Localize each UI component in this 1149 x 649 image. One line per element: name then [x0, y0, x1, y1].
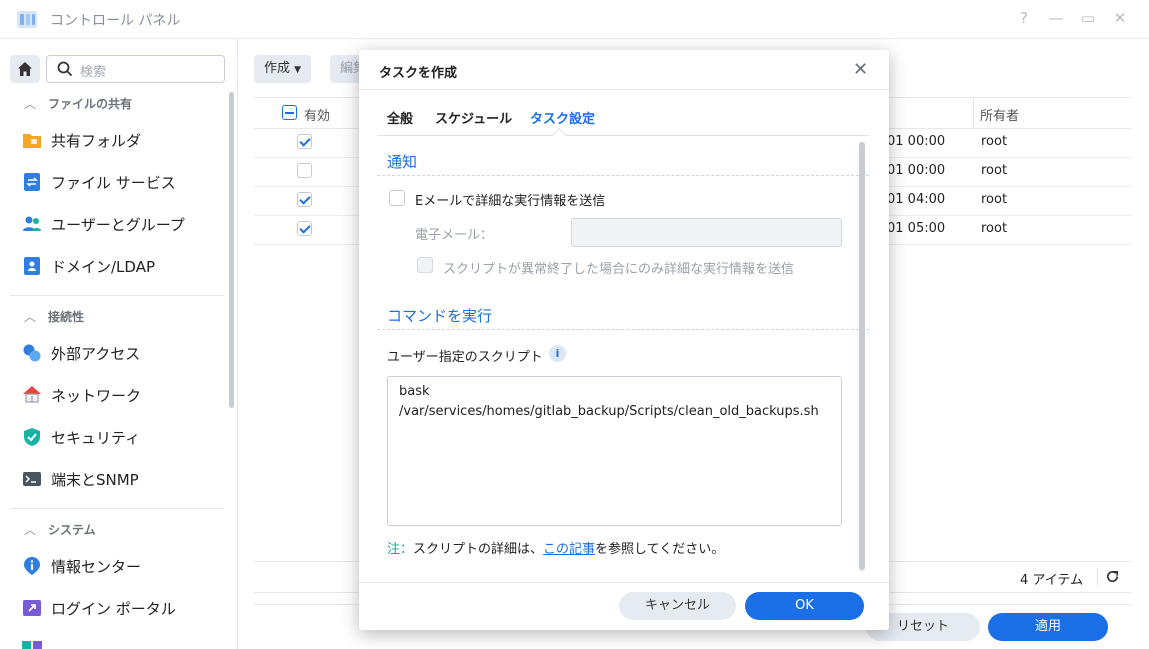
owner-cell: root: [981, 163, 1008, 178]
search-icon: [57, 61, 73, 77]
section-file-sharing[interactable]: ︿ ファイルの共有: [24, 95, 132, 112]
help-icon[interactable]: ?: [1015, 9, 1033, 27]
home-icon: [18, 62, 32, 76]
tab-schedule[interactable]: スケジュール: [435, 108, 512, 127]
dropdown-caret-icon: ▼: [294, 65, 302, 75]
abnormal-only-checkbox[interactable]: [417, 257, 433, 273]
script-text: bask /var/services/homes/gitlab_backup/S…: [399, 384, 819, 419]
note-text: スクリプトの詳細は、: [413, 542, 544, 557]
search-placeholder: 検索: [80, 65, 107, 80]
users-icon: [23, 216, 41, 231]
folder-icon: [23, 134, 41, 148]
sidebar-divider: [10, 295, 224, 296]
notify-heading: 通知: [387, 153, 418, 171]
active-tab-indicator: [551, 127, 567, 143]
section-system[interactable]: ︿ システム: [24, 521, 96, 538]
theme-icon: [22, 641, 42, 649]
note-suffix: を参照してください。: [595, 542, 725, 557]
item-count: 4 アイテム: [1020, 573, 1084, 588]
apply-button[interactable]: 適用: [988, 613, 1108, 641]
window-titlebar: コントロール パネル ? — ▭ ✕: [0, 0, 1149, 39]
dialog-scrollbar[interactable]: [859, 142, 865, 570]
next-run-cell: 01 00:00: [887, 134, 946, 149]
enabled-checkbox[interactable]: [297, 163, 312, 178]
dialog-footer-divider: [359, 582, 889, 583]
network-icon: [23, 386, 41, 403]
owner-cell: root: [981, 221, 1008, 236]
abnormal-only-label: スクリプトが異常終了した場合にのみ詳細な実行情報を送信: [443, 262, 795, 277]
section-divider: [377, 329, 869, 330]
tab-general[interactable]: 全般: [387, 108, 413, 127]
section-connectivity[interactable]: ︿ 接続性: [24, 308, 84, 325]
script-textarea[interactable]: bask /var/services/homes/gitlab_backup/S…: [387, 376, 842, 526]
next-run-cell: 01 05:00: [887, 221, 946, 236]
col-enabled[interactable]: 有効: [304, 105, 330, 124]
info-icon[interactable]: i: [549, 345, 566, 362]
search-input[interactable]: 検索: [46, 55, 225, 83]
tab-task-settings[interactable]: タスク設定: [530, 108, 595, 127]
article-link[interactable]: この記事: [543, 542, 595, 557]
dialog-header-divider: [359, 89, 889, 90]
section-divider: [377, 175, 869, 176]
sidebar-item-partial: [22, 638, 42, 649]
send-email-label: Eメールで詳細な実行情報を送信: [415, 194, 606, 209]
dialog-title: タスクを作成: [379, 66, 458, 81]
window-title: コントロール パネル: [50, 13, 181, 29]
maximize-icon[interactable]: ▭: [1079, 9, 1097, 27]
owner-cell: root: [981, 134, 1008, 149]
sidebar-divider: [10, 508, 224, 509]
send-email-checkbox[interactable]: [389, 190, 405, 206]
ok-button[interactable]: OK: [745, 592, 864, 620]
enabled-checkbox[interactable]: [297, 221, 312, 236]
home-button[interactable]: [10, 55, 40, 83]
select-all-checkbox[interactable]: [282, 105, 297, 120]
cancel-button[interactable]: キャンセル: [619, 592, 736, 620]
shield-icon: [24, 428, 40, 446]
next-run-cell: 01 04:00: [887, 192, 946, 207]
tab-underline: [377, 135, 869, 136]
script-label: ユーザー指定のスクリプト: [387, 350, 543, 365]
next-run-cell: 01 00:00: [887, 163, 946, 178]
domain-icon: [24, 257, 40, 275]
create-task-dialog: タスクを作成 ✕ 全般 スケジュール タスク設定 通知 Eメールで詳細な実行情報…: [359, 50, 889, 630]
enabled-checkbox[interactable]: [297, 134, 312, 149]
close-window-icon[interactable]: ✕: [1111, 9, 1129, 27]
close-icon[interactable]: ✕: [853, 59, 868, 80]
create-button[interactable]: 作成 ▼: [254, 55, 312, 83]
owner-cell: root: [981, 192, 1008, 207]
enabled-checkbox[interactable]: [297, 192, 312, 207]
file-services-icon: [24, 173, 40, 191]
login-portal-icon: [23, 600, 41, 616]
refresh-icon[interactable]: [1105, 569, 1120, 584]
email-field[interactable]: [571, 218, 842, 247]
external-access-icon: [23, 344, 41, 362]
minimize-icon[interactable]: —: [1047, 9, 1065, 27]
control-panel-icon: [17, 11, 37, 28]
note-prefix: 注：: [387, 542, 414, 557]
terminal-icon: [23, 472, 41, 486]
command-heading: コマンドを実行: [387, 307, 493, 325]
script-note: 注：スクリプトの詳細は、この記事を参照してください。: [387, 538, 724, 557]
sidebar-scrollbar[interactable]: [229, 92, 234, 408]
info-center-icon: [24, 557, 40, 575]
email-label: 電子メール：: [415, 228, 494, 243]
col-owner[interactable]: 所有者: [980, 105, 1019, 124]
